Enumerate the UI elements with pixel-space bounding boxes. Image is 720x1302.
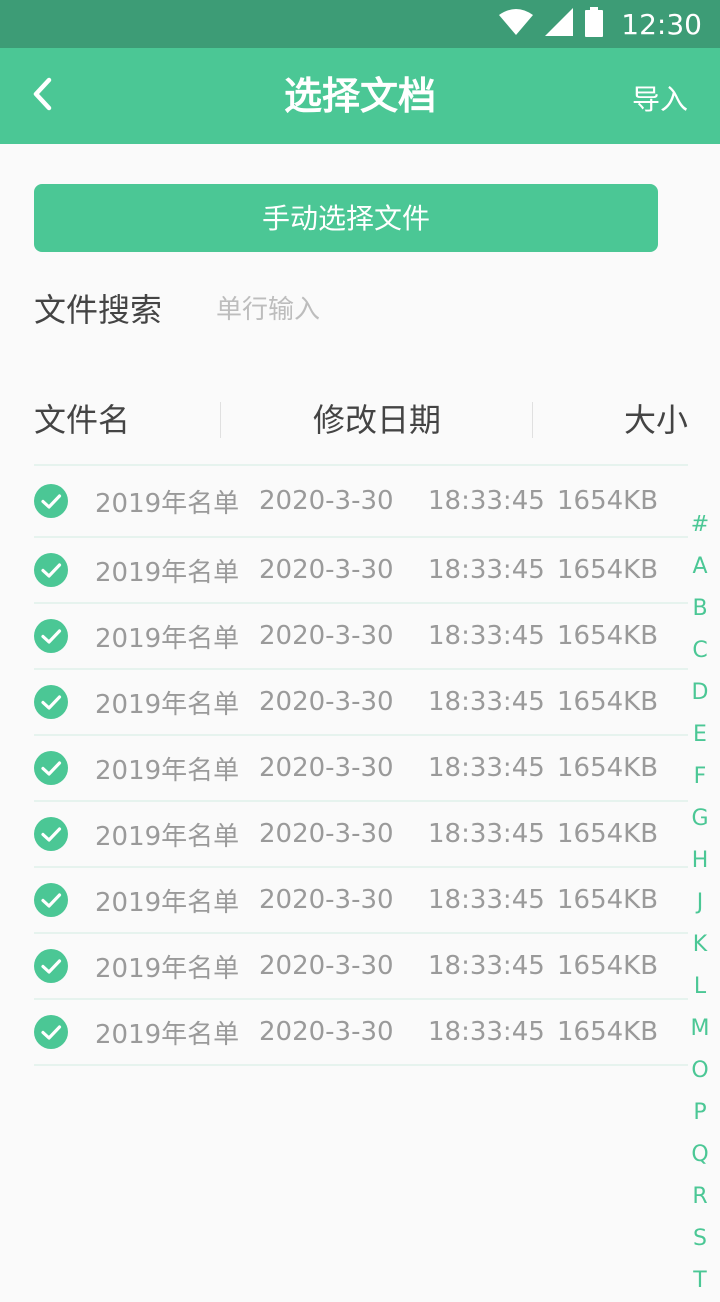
alphabet-index-letter[interactable]: O: [691, 1050, 708, 1092]
file-list: 2019年名单 2020-3-30 18:33:45 1654KB 2019年名单 202…: [34, 464, 688, 1066]
checked-circle-icon[interactable]: [34, 817, 68, 851]
alphabet-index-letter[interactable]: K: [693, 924, 707, 966]
file-time: 18:33:45: [428, 486, 545, 516]
file-row[interactable]: 2019年名单 2020-3-30 18:33:45 1654KB: [34, 604, 688, 670]
checked-circle-icon[interactable]: [34, 484, 68, 518]
checked-circle-icon[interactable]: [34, 685, 68, 719]
file-date: 2020-3-30: [259, 753, 394, 783]
import-button[interactable]: 导入: [632, 48, 688, 144]
alphabet-index-letter[interactable]: J: [697, 882, 704, 924]
file-row[interactable]: 2019年名单 2020-3-30 18:33:45 1654KB: [34, 466, 688, 538]
file-size: 1654KB: [557, 486, 659, 516]
file-size: 1654KB: [557, 951, 659, 981]
file-name: 2019年名单: [95, 1019, 240, 1050]
status-bar: 12:30: [0, 0, 720, 48]
file-time: 18:33:45: [428, 951, 545, 981]
file-name: 2019年名单: [95, 623, 240, 654]
file-date: 2020-3-30: [259, 1017, 394, 1047]
signal-icon: [545, 8, 574, 40]
file-size: 1654KB: [557, 687, 659, 717]
file-row[interactable]: 2019年名单 2020-3-30 18:33:45 1654KB: [34, 802, 688, 868]
file-date: 2020-3-30: [259, 621, 394, 651]
file-row[interactable]: 2019年名单 2020-3-30 18:33:45 1654KB: [34, 868, 688, 934]
alphabet-index-letter[interactable]: P: [693, 1092, 706, 1134]
file-date: 2020-3-30: [259, 885, 394, 915]
alphabet-index-letter[interactable]: R: [692, 1176, 707, 1218]
alphabet-index-letter[interactable]: D: [692, 672, 709, 714]
file-name: 2019年名单: [95, 887, 240, 918]
file-date: 2020-3-30: [259, 555, 394, 585]
column-header-name[interactable]: 文件名: [34, 386, 130, 454]
page-title: 选择文档: [283, 74, 436, 118]
alphabet-index[interactable]: # A B C D E F G H J K L M O P Q R S T: [686, 504, 714, 1302]
file-time: 18:33:45: [428, 885, 545, 915]
file-size: 1654KB: [557, 885, 659, 915]
file-row[interactable]: 2019年名单 2020-3-30 18:33:45 1654KB: [34, 934, 688, 1000]
file-size: 1654KB: [557, 1017, 659, 1047]
alphabet-index-letter[interactable]: T: [693, 1260, 706, 1302]
file-row[interactable]: 2019年名单 2020-3-30 18:33:45 1654KB: [34, 1000, 688, 1066]
file-row[interactable]: 2019年名单 2020-3-30 18:33:45 1654KB: [34, 736, 688, 802]
file-date: 2020-3-30: [259, 486, 394, 516]
file-row[interactable]: 2019年名单 2020-3-30 18:33:45 1654KB: [34, 670, 688, 736]
alphabet-index-letter[interactable]: M: [691, 1008, 710, 1050]
battery-icon: [585, 7, 604, 41]
alphabet-index-letter[interactable]: G: [691, 798, 708, 840]
alphabet-index-letter[interactable]: H: [692, 840, 709, 882]
file-date: 2020-3-30: [259, 951, 394, 981]
app-bar: 选择文档 导入: [0, 48, 720, 144]
file-time: 18:33:45: [428, 555, 545, 585]
column-header-date[interactable]: 修改日期: [313, 386, 441, 454]
alphabet-index-letter[interactable]: A: [692, 546, 707, 588]
manual-select-file-button[interactable]: 手动选择文件: [34, 184, 658, 252]
header-divider: [532, 402, 533, 438]
alphabet-index-letter[interactable]: Q: [691, 1134, 708, 1176]
chevron-left-icon: [31, 77, 53, 115]
file-time: 18:33:45: [428, 687, 545, 717]
checked-circle-icon[interactable]: [34, 619, 68, 653]
file-name: 2019年名单: [95, 953, 240, 984]
back-button[interactable]: [22, 76, 62, 116]
checked-circle-icon[interactable]: [34, 949, 68, 983]
file-name: 2019年名单: [95, 557, 240, 588]
file-date: 2020-3-30: [259, 687, 394, 717]
status-icons: 12:30: [499, 0, 702, 48]
checked-circle-icon[interactable]: [34, 751, 68, 785]
search-label: 文件搜索: [34, 291, 163, 329]
file-size: 1654KB: [557, 621, 659, 651]
file-row[interactable]: 2019年名单 2020-3-30 18:33:45 1654KB: [34, 538, 688, 604]
table-header: 文件名 修改日期 大小: [34, 386, 688, 454]
file-time: 18:33:45: [428, 753, 545, 783]
checked-circle-icon[interactable]: [34, 883, 68, 917]
alphabet-index-letter[interactable]: E: [693, 714, 707, 756]
file-name: 2019年名单: [95, 821, 240, 852]
search-input[interactable]: [216, 290, 676, 330]
file-name: 2019年名单: [95, 488, 240, 519]
file-date: 2020-3-30: [259, 819, 394, 849]
alphabet-index-letter[interactable]: #: [691, 504, 709, 546]
file-name: 2019年名单: [95, 755, 240, 786]
checked-circle-icon[interactable]: [34, 553, 68, 587]
alphabet-index-letter[interactable]: L: [694, 966, 706, 1008]
file-size: 1654KB: [557, 819, 659, 849]
file-time: 18:33:45: [428, 1017, 545, 1047]
file-time: 18:33:45: [428, 621, 545, 651]
wifi-icon: [499, 9, 534, 39]
header-divider: [220, 402, 221, 438]
alphabet-index-letter[interactable]: F: [694, 756, 707, 798]
file-name: 2019年名单: [95, 689, 240, 720]
alphabet-index-letter[interactable]: S: [693, 1218, 707, 1260]
file-time: 18:33:45: [428, 819, 545, 849]
checked-circle-icon[interactable]: [34, 1015, 68, 1049]
file-size: 1654KB: [557, 753, 659, 783]
status-time: 12:30: [621, 7, 702, 41]
alphabet-index-letter[interactable]: C: [692, 630, 707, 672]
column-header-size[interactable]: 大小: [624, 386, 688, 454]
file-size: 1654KB: [557, 555, 659, 585]
alphabet-index-letter[interactable]: B: [692, 588, 707, 630]
